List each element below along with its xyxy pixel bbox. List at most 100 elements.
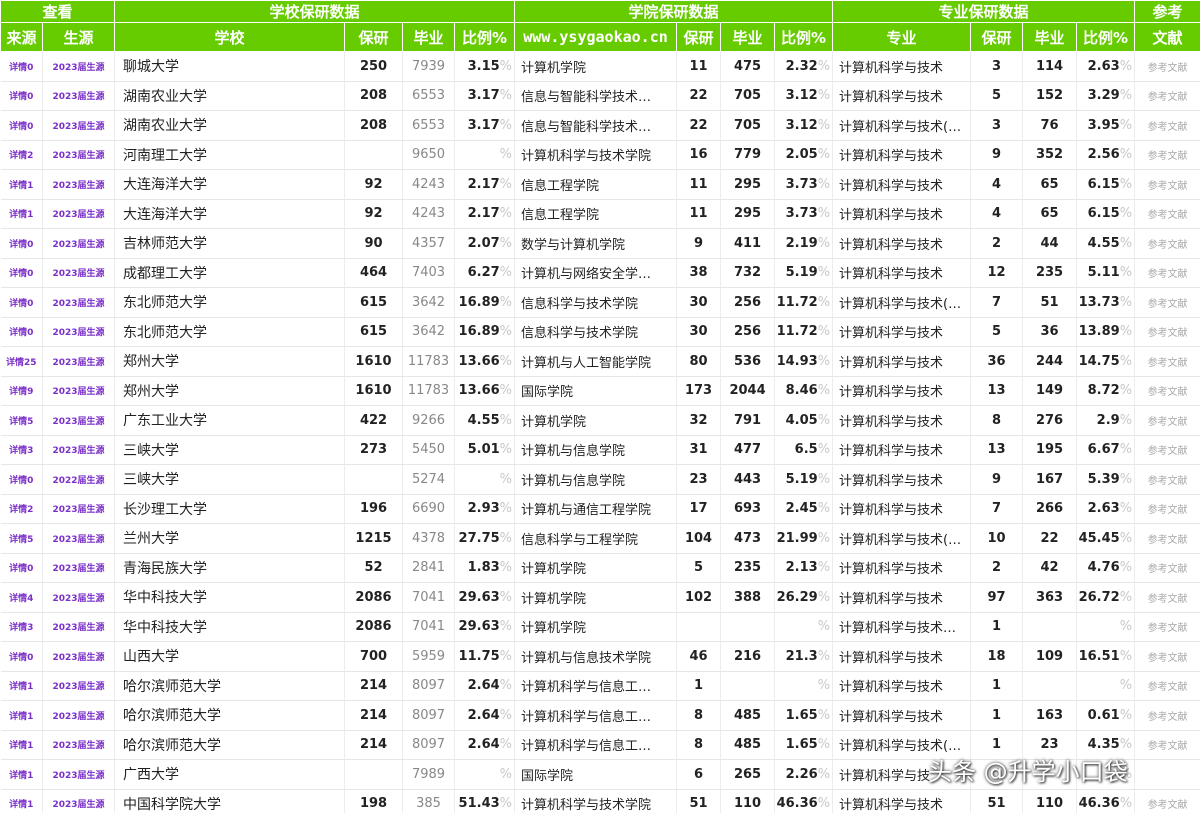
detail-link[interactable]: 详情5 xyxy=(0,523,43,554)
ref-link[interactable]: 参考文献 xyxy=(1134,199,1200,229)
detail-link[interactable]: 详情3 xyxy=(0,435,43,465)
col-school-baoyan[interactable]: 保研 xyxy=(344,22,404,52)
ref-link[interactable]: 参考文献 xyxy=(1134,612,1200,642)
col-school-grad[interactable]: 毕业 xyxy=(402,22,456,52)
year-link[interactable]: 2023届生源 xyxy=(42,228,116,259)
detail-link[interactable]: 详情0 xyxy=(0,317,43,347)
year-link[interactable]: 2023届生源 xyxy=(42,671,116,701)
detail-link[interactable]: 详情0 xyxy=(0,553,43,583)
col-major-baoyan[interactable]: 保研 xyxy=(970,22,1024,52)
detail-link[interactable]: 详情1 xyxy=(0,169,43,200)
ref-link[interactable]: 参考文献 xyxy=(1134,287,1200,318)
detail-link[interactable]: 详情2 xyxy=(0,494,43,524)
year-link[interactable]: 2023届生源 xyxy=(42,700,116,731)
ref-link[interactable]: 参考文献 xyxy=(1134,582,1200,613)
ref-link[interactable]: 参考文献 xyxy=(1134,494,1200,524)
col-school[interactable]: 学校 xyxy=(114,22,346,52)
year-link[interactable]: 2023届生源 xyxy=(42,110,116,141)
detail-link[interactable]: 详情1 xyxy=(0,671,43,701)
ref-link[interactable]: 参考文献 xyxy=(1134,641,1200,672)
col-college-grad[interactable]: 毕业 xyxy=(720,22,776,52)
ref-link[interactable]: 参考文献 xyxy=(1134,523,1200,554)
detail-link[interactable]: 详情0 xyxy=(0,81,43,111)
ref-link[interactable]: 参考文献 xyxy=(1134,140,1200,170)
year-link[interactable]: 2023届生源 xyxy=(42,199,116,229)
major-name: 计算机科学与技术 xyxy=(832,553,972,583)
detail-link[interactable]: 详情0 xyxy=(0,641,43,672)
col-source[interactable]: 来源 xyxy=(0,22,43,52)
ref-link[interactable]: 参考文献 xyxy=(1134,51,1200,82)
detail-link[interactable]: 详情5 xyxy=(0,405,43,436)
detail-link[interactable]: 详情1 xyxy=(0,759,43,790)
year-link[interactable]: 2023届生源 xyxy=(42,140,116,170)
detail-link[interactable]: 详情2 xyxy=(0,140,43,170)
detail-link[interactable]: 详情4 xyxy=(0,582,43,613)
ref-link[interactable]: 参考文献 xyxy=(1134,110,1200,141)
year-link[interactable]: 2023届生源 xyxy=(42,376,116,406)
ref-link[interactable]: 参考文献 xyxy=(1134,789,1200,813)
detail-link[interactable]: 详情3 xyxy=(0,612,43,642)
detail-link[interactable]: 详情0 xyxy=(0,258,43,288)
ref-link[interactable]: 参考文献 xyxy=(1134,317,1200,347)
ref-link[interactable]: 参考文献 xyxy=(1134,258,1200,288)
ref-link[interactable]: 参考文献 xyxy=(1134,81,1200,111)
year-link[interactable]: 2023届生源 xyxy=(42,730,116,760)
year-link[interactable]: 2023届生源 xyxy=(42,346,116,377)
col-year[interactable]: 生源 xyxy=(41,22,116,52)
detail-link[interactable]: 详情0 xyxy=(0,110,43,141)
ref-link[interactable]: 参考文献 xyxy=(1134,700,1200,731)
detail-link[interactable]: 详情9 xyxy=(0,376,43,406)
ref-link[interactable]: 参考文献 xyxy=(1134,376,1200,406)
year-link[interactable]: 2023届生源 xyxy=(42,81,116,111)
detail-link[interactable]: 详情0 xyxy=(0,228,43,259)
year-link[interactable]: 2023届生源 xyxy=(42,759,116,790)
detail-link[interactable]: 详情25 xyxy=(0,346,43,377)
year-link[interactable]: 2023届生源 xyxy=(42,612,116,642)
year-link[interactable]: 2022届生源 xyxy=(42,464,116,495)
school-grad: 2841 xyxy=(402,553,456,583)
detail-link[interactable]: 详情1 xyxy=(0,700,43,731)
year-link[interactable]: 2023届生源 xyxy=(42,317,116,347)
year-link[interactable]: 2023届生源 xyxy=(42,51,116,82)
detail-link[interactable]: 详情1 xyxy=(0,789,43,813)
detail-link[interactable]: 详情1 xyxy=(0,730,43,760)
year-link[interactable]: 2023届生源 xyxy=(42,169,116,200)
year-link[interactable]: 2023届生源 xyxy=(42,494,116,524)
ref-link[interactable]: 参考文献 xyxy=(1134,553,1200,583)
ref-link[interactable]: 参考文献 xyxy=(1134,405,1200,436)
detail-link[interactable]: 详情0 xyxy=(0,464,43,495)
school-grad: 3642 xyxy=(402,317,456,347)
group-ref: 参考 xyxy=(1134,0,1200,23)
col-major[interactable]: 专业 xyxy=(832,22,972,52)
ref-link[interactable]: 参考文献 xyxy=(1134,169,1200,200)
ref-link[interactable]: 参考文献 xyxy=(1134,464,1200,495)
col-college-ratio[interactable]: 比例% xyxy=(774,22,834,52)
ratio-value: 0.61 xyxy=(1087,707,1120,723)
year-link[interactable]: 2023届生源 xyxy=(42,258,116,288)
year-link[interactable]: 2023届生源 xyxy=(42,287,116,318)
ratio-value: 2.93 xyxy=(467,501,500,517)
col-school-ratio[interactable]: 比例% xyxy=(454,22,516,52)
ref-link[interactable] xyxy=(1134,759,1200,790)
year-link[interactable]: 2023届生源 xyxy=(42,523,116,554)
detail-link[interactable]: 详情0 xyxy=(0,51,43,82)
ref-link[interactable]: 参考文献 xyxy=(1134,671,1200,701)
ref-link[interactable]: 参考文献 xyxy=(1134,435,1200,465)
year-link[interactable]: 2023届生源 xyxy=(42,582,116,613)
year-link[interactable]: 2023届生源 xyxy=(42,553,116,583)
ref-link[interactable]: 参考文献 xyxy=(1134,346,1200,377)
col-college-baoyan[interactable]: 保研 xyxy=(676,22,722,52)
year-link[interactable]: 2023届生源 xyxy=(42,641,116,672)
major-baoyan: 97 xyxy=(970,582,1024,613)
ratio-value: 1.65 xyxy=(785,707,818,723)
year-link[interactable]: 2023届生源 xyxy=(42,435,116,465)
ratio-value: 8.72 xyxy=(1087,383,1120,399)
col-major-ratio[interactable]: 比例% xyxy=(1076,22,1136,52)
ref-link[interactable]: 参考文献 xyxy=(1134,228,1200,259)
year-link[interactable]: 2023届生源 xyxy=(42,789,116,813)
year-link[interactable]: 2023届生源 xyxy=(42,405,116,436)
ref-link[interactable]: 参考文献 xyxy=(1134,730,1200,760)
detail-link[interactable]: 详情0 xyxy=(0,287,43,318)
detail-link[interactable]: 详情1 xyxy=(0,199,43,229)
col-major-grad[interactable]: 毕业 xyxy=(1022,22,1078,52)
